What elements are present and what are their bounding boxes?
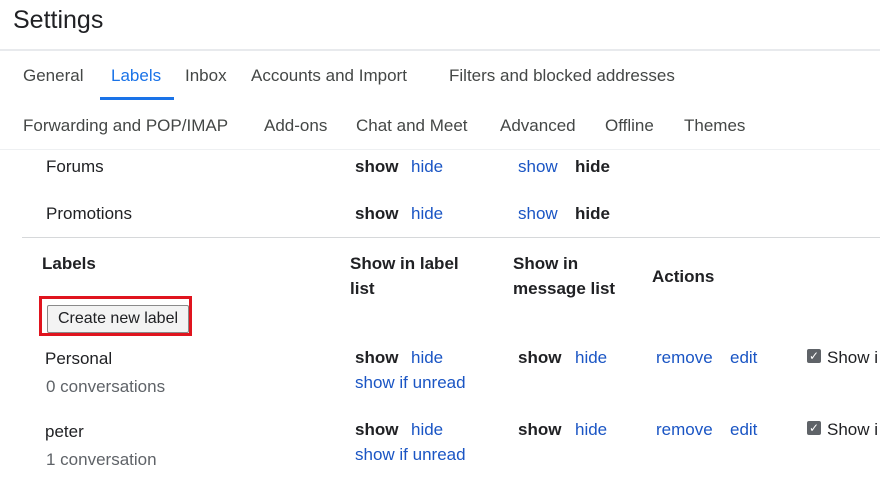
label-name: Personal [45,349,113,368]
message-list-hide-selected: hide [575,157,610,176]
title-divider [0,49,880,51]
message-list-show-link[interactable]: show [518,157,558,177]
label-list-hide-link[interactable]: hide [411,204,443,224]
label-list-show-selected: show [355,204,399,223]
remove-label-link[interactable]: remove [656,420,713,440]
label-list-show-selected: show [355,420,399,439]
message-list-hide-selected: hide [575,204,610,223]
tab-offline[interactable]: Offline [605,116,654,136]
tab-general[interactable]: General [23,66,83,86]
tab-accounts-and-import[interactable]: Accounts and Import [251,66,407,86]
message-list-show-selected: show [518,348,562,367]
tab-themes[interactable]: Themes [684,116,745,136]
show-in-message-list-header: Show in message list [513,254,616,298]
show-in-imap-label: Show i [827,420,879,439]
label-list-show-selected: show [355,157,399,176]
remove-label-link[interactable]: remove [656,348,713,368]
category-name: Forums [46,157,104,176]
label-list-show-if-unread-link[interactable]: show if unread [355,445,466,465]
tab-labels[interactable]: Labels [111,66,161,86]
active-tab-indicator [100,97,174,100]
label-list-show-selected: show [355,348,399,367]
actions-header: Actions [652,267,715,286]
section-divider [22,237,880,238]
tabs-divider [0,149,880,150]
tab-advanced[interactable]: Advanced [500,116,576,136]
create-new-label-button[interactable]: Create new label [47,305,189,333]
tab-inbox[interactable]: Inbox [185,66,227,86]
tab-add-ons[interactable]: Add-ons [264,116,327,136]
label-list-hide-link[interactable]: hide [411,157,443,177]
edit-label-link[interactable]: edit [730,348,757,368]
page-title: Settings [13,6,104,34]
message-list-show-selected: show [518,420,562,439]
message-list-show-link[interactable]: show [518,204,558,224]
label-conversation-count: 0 conversations [46,377,166,396]
edit-label-link[interactable]: edit [730,420,757,440]
tab-forwarding-and-pop-imap[interactable]: Forwarding and POP/IMAP [23,116,228,136]
category-name: Promotions [46,204,132,223]
label-list-show-if-unread-link[interactable]: show if unread [355,373,466,393]
message-list-hide-link[interactable]: hide [575,348,607,368]
label-list-hide-link[interactable]: hide [411,348,443,368]
label-list-hide-link[interactable]: hide [411,420,443,440]
show-in-label-list-header: Show in label list [350,254,459,298]
label-name: peter [45,422,84,441]
message-list-hide-link[interactable]: hide [575,420,607,440]
labels-column-header: Labels [42,254,96,273]
show-in-imap-label: Show i [827,348,879,367]
show-in-imap-checkbox[interactable]: ✓ [807,349,821,363]
show-in-imap-checkbox[interactable]: ✓ [807,421,821,435]
tab-filters-and-blocked-addresses[interactable]: Filters and blocked addresses [449,66,675,86]
label-conversation-count: 1 conversation [46,450,157,469]
tab-chat-and-meet[interactable]: Chat and Meet [356,116,468,136]
